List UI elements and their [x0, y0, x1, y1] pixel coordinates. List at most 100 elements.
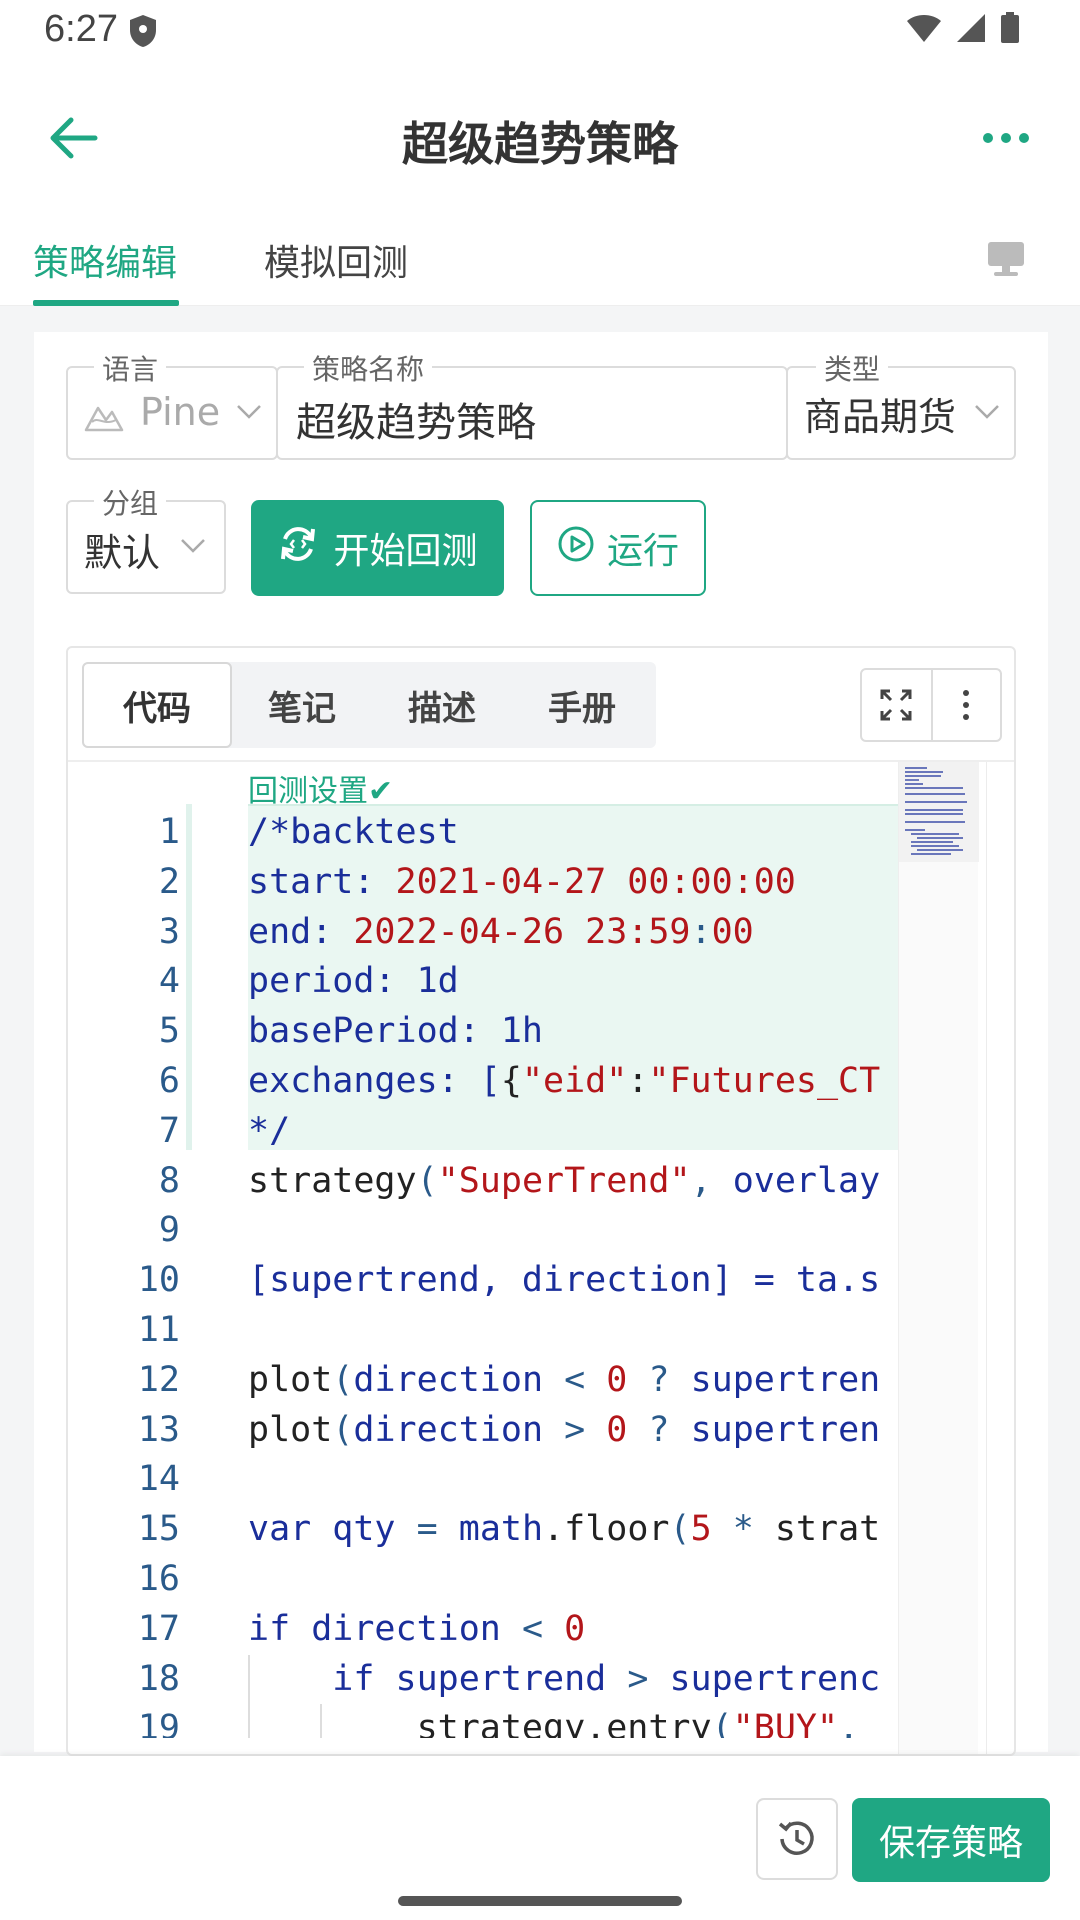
wifi-icon [906, 13, 942, 47]
code-line: 18 if supertrend > supertrenc [68, 1654, 898, 1705]
strategy-name-field[interactable]: 策略名称 超级趋势策略 [276, 348, 788, 460]
code-line: 5 basePeriod: 1h [68, 1007, 898, 1057]
strategy-name-legend: 策略名称 [304, 348, 433, 388]
code-text: start: 2021-04-27 00:00:00 [248, 861, 796, 902]
minimap-preview [905, 767, 967, 855]
code-line: 10 [supertrend, direction] = ta.s [68, 1256, 898, 1306]
line-number: 11 [137, 1309, 180, 1350]
run-button[interactable]: 运行 [530, 500, 706, 596]
pine-tree-icon [84, 396, 124, 436]
code-line: 4 period: 1d [68, 957, 898, 1007]
code-text: [supertrend, direction] = ta.s [248, 1260, 881, 1301]
main-tabs: 策略编辑 模拟回测 [0, 220, 1080, 306]
more-dot-icon [1001, 133, 1011, 143]
status-bar: 6:27 [0, 0, 1080, 62]
language-value: Pine [140, 390, 221, 434]
editor-tab-code[interactable]: 代码 [82, 662, 232, 748]
editor-tab-notes[interactable]: 笔记 [232, 662, 372, 748]
line-number: 12 [137, 1359, 180, 1400]
code-line: 14 [68, 1455, 898, 1505]
language-legend: 语言 [94, 348, 167, 388]
line-number: 9 [158, 1210, 180, 1251]
code-line: 19 strategy.entry("BUY", [68, 1704, 898, 1738]
editor-more-button[interactable] [930, 670, 1000, 740]
code-line: 1 /*backtest [68, 808, 898, 858]
line-number: 8 [158, 1160, 180, 1201]
line-number: 10 [137, 1260, 180, 1301]
chevron-down-icon [236, 404, 262, 424]
code-line: 3 end: 2022-04-26 23:59:00 [68, 908, 898, 958]
code-line: 2 start: 2021-04-27 00:00:00 [68, 858, 898, 908]
line-number: 2 [158, 861, 180, 902]
start-backtest-label: 开始回测 [333, 531, 478, 572]
type-select[interactable]: 类型 商品期货 [786, 348, 1016, 460]
code-line: 6 exchanges: [{"eid":"Futures_CT [68, 1057, 898, 1107]
code-text: basePeriod: 1h [248, 1011, 544, 1052]
code-text: strategy("SuperTrend", overlay [248, 1160, 881, 1201]
tab-simulated-backtest[interactable]: 模拟回测 [264, 234, 408, 286]
run-label: 运行 [606, 531, 679, 572]
home-indicator[interactable] [398, 1896, 682, 1906]
more-dot-icon [983, 133, 993, 143]
line-number: 18 [137, 1658, 180, 1699]
code-line: 7 */ [68, 1107, 898, 1157]
code-text: exchanges: [{"eid":"Futures_CT [248, 1060, 881, 1101]
code-text: plot(direction < 0 ? supertren [248, 1359, 881, 1400]
code-line: 15 var qty = math.floor(5 * strat [68, 1505, 898, 1555]
monitor-icon[interactable] [986, 240, 1026, 282]
tab-strategy-edit[interactable]: 策略编辑 [33, 234, 177, 286]
fullscreen-icon [880, 689, 912, 721]
line-number: 6 [158, 1060, 180, 1101]
fullscreen-button[interactable] [862, 670, 931, 740]
code-minimap[interactable] [898, 762, 979, 1754]
line-number: 3 [158, 911, 180, 952]
play-circle-icon [557, 525, 595, 572]
editor-tab-manual[interactable]: 手册 [512, 662, 652, 748]
line-number: 4 [158, 961, 180, 1002]
history-icon [778, 1821, 814, 1855]
more-dot-icon [1019, 133, 1029, 143]
editor-tab-description[interactable]: 描述 [372, 662, 512, 748]
type-legend: 类型 [816, 348, 889, 388]
code-text: plot(direction > 0 ? supertren [248, 1409, 881, 1450]
editor-tools [860, 668, 1002, 742]
shield-icon [128, 14, 158, 52]
strategy-name-value: 超级趋势策略 [296, 400, 536, 446]
line-number: 15 [137, 1509, 180, 1550]
line-number: 13 [137, 1409, 180, 1450]
code-text: if supertrend > supertrenc [332, 1658, 881, 1699]
group-value: 默认 [84, 531, 161, 575]
line-number: 17 [137, 1608, 180, 1649]
code-lines[interactable]: 1/*backtest 2 start: 2021-04-27 00:00:00 … [68, 808, 898, 1738]
start-backtest-button[interactable]: 开始回测 [251, 500, 504, 596]
cellular-icon [956, 13, 986, 47]
code-text: end: 2022-04-26 23:59:00 [248, 911, 754, 952]
language-select[interactable]: 语言 Pine [66, 348, 278, 460]
code-line: 8 strategy("SuperTrend", overlay [68, 1157, 898, 1207]
code-text: if direction < 0 [248, 1608, 586, 1649]
line-number: 5 [158, 1011, 180, 1052]
editor-tabs: 代码 笔记 描述 手册 [82, 662, 656, 748]
code-line: 9 [68, 1206, 898, 1256]
page-title: 超级趋势策略 [402, 117, 678, 171]
group-select[interactable]: 分组 默认 [66, 482, 226, 594]
chevron-down-icon [974, 404, 1000, 424]
line-number: 7 [158, 1110, 180, 1151]
save-strategy-button[interactable]: 保存策略 [852, 1798, 1050, 1882]
line-number: 19 [137, 1708, 180, 1738]
type-value: 商品期货 [804, 395, 957, 439]
more-options-button[interactable] [976, 120, 1036, 156]
code-text: /*backtest [248, 812, 459, 852]
bottom-action-bar: 保存策略 [0, 1756, 1080, 1920]
line-number: 14 [137, 1459, 180, 1500]
code-line: 12 plot(direction < 0 ? supertren [68, 1356, 898, 1406]
history-button[interactable] [756, 1798, 838, 1880]
line-number: 16 [137, 1558, 180, 1599]
code-editor: 代码 笔记 描述 手册 回测设置✔ 1/*backtest 2 start: 20… [66, 646, 1016, 1756]
app-header: 超级趋势策略 [0, 78, 1080, 198]
battery-icon [1000, 12, 1020, 48]
code-line: 17 if direction < 0 [68, 1605, 898, 1655]
vertical-scrollbar[interactable] [986, 762, 1014, 1754]
code-line: 16 [68, 1555, 898, 1605]
editor-divider [68, 760, 1014, 762]
